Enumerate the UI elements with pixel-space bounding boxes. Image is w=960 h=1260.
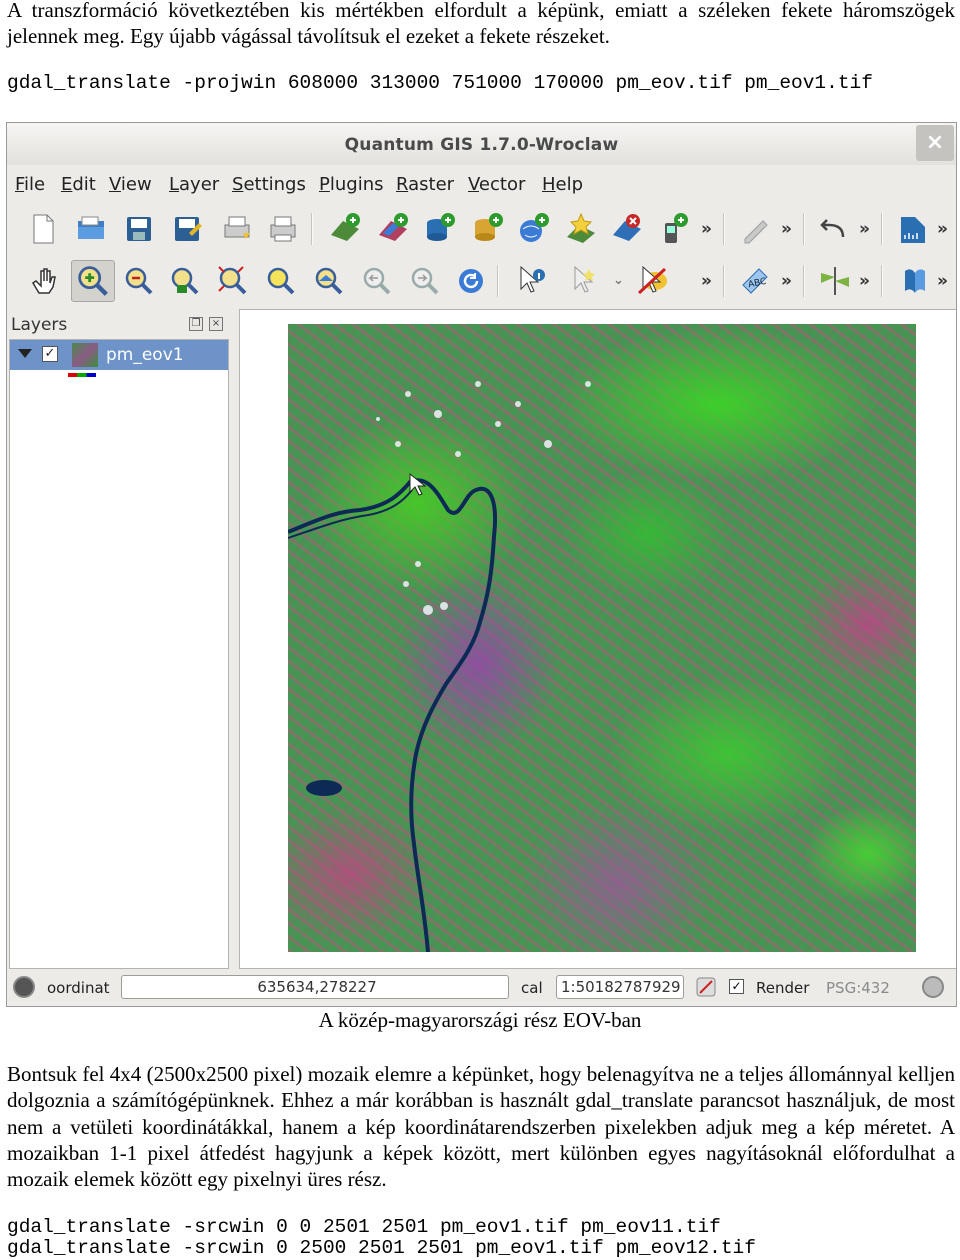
rgb-legend-icon bbox=[68, 373, 96, 377]
zoom-full-icon[interactable] bbox=[215, 263, 251, 299]
coordinate-toggle-icon[interactable] bbox=[13, 976, 35, 998]
toolbar-separator bbox=[881, 213, 883, 245]
zoom-next-icon[interactable] bbox=[407, 263, 443, 299]
status-bar: oordinat 635634,278227 cal 1:50182787929… bbox=[7, 971, 956, 1005]
toolbar-separator bbox=[497, 265, 499, 297]
code-line-srcwin-12: gdal_translate -srcwin 0 2500 2501 2501 … bbox=[7, 1237, 756, 1259]
refresh-icon[interactable] bbox=[453, 263, 489, 299]
menu-bar: File Edit View Layer Settings Plugins Ra… bbox=[7, 167, 956, 201]
help-book-icon[interactable] bbox=[897, 263, 933, 299]
qgis-window: Quantum GIS 1.7.0-Wroclaw × File Edit Vi… bbox=[6, 122, 957, 1007]
open-project-icon[interactable] bbox=[73, 211, 109, 247]
new-project-icon[interactable] bbox=[25, 211, 61, 247]
zoom-to-selection-icon[interactable] bbox=[263, 263, 299, 299]
toolbar-overflow-8[interactable]: » bbox=[937, 271, 948, 291]
new-print-composer-icon[interactable] bbox=[219, 211, 255, 247]
zoom-out-icon[interactable] bbox=[121, 263, 157, 299]
toolbar-separator bbox=[881, 265, 883, 297]
zoom-last-icon[interactable] bbox=[359, 263, 395, 299]
undo-icon[interactable] bbox=[815, 211, 851, 247]
toggle-editing-icon[interactable] bbox=[737, 211, 773, 247]
raster-thumbnail-icon bbox=[72, 343, 98, 367]
add-gps-layer-icon[interactable] bbox=[657, 211, 693, 247]
save-as-icon[interactable] bbox=[169, 211, 205, 247]
toolbar-separator bbox=[803, 265, 805, 297]
toolbar-overflow-7[interactable]: » bbox=[859, 271, 870, 291]
menu-layer[interactable]: Layer bbox=[169, 174, 219, 195]
zoom-in-button[interactable] bbox=[71, 260, 115, 302]
select-features-icon[interactable] bbox=[567, 263, 603, 299]
river-overlay bbox=[288, 381, 591, 952]
toolbar-overflow-1[interactable]: » bbox=[701, 219, 712, 239]
code-line-projwin: gdal_translate -projwin 608000 313000 75… bbox=[7, 72, 873, 94]
add-spatialite-layer-icon[interactable] bbox=[469, 211, 505, 247]
zoom-actual-size-icon[interactable] bbox=[167, 263, 203, 299]
menu-file[interactable]: File bbox=[15, 174, 45, 195]
menu-view[interactable]: View bbox=[109, 174, 152, 195]
zoom-to-layer-icon[interactable] bbox=[311, 263, 347, 299]
toolbar-overflow-5[interactable]: » bbox=[701, 271, 712, 291]
toolbar-separator bbox=[723, 265, 725, 297]
new-layer-star-icon[interactable] bbox=[563, 211, 599, 247]
add-vector-layer-icon[interactable] bbox=[327, 211, 363, 247]
toolbar-overflow-2[interactable]: » bbox=[781, 219, 792, 239]
close-button[interactable]: × bbox=[916, 125, 954, 161]
render-label: Render bbox=[756, 979, 810, 997]
pan-hand-icon[interactable] bbox=[27, 263, 63, 299]
satellite-raster-image bbox=[288, 324, 916, 952]
title-bar: Quantum GIS 1.7.0-Wroclaw × bbox=[7, 123, 956, 165]
toolbar-separator bbox=[311, 213, 313, 245]
measure-icon[interactable] bbox=[895, 211, 931, 247]
scale-label: cal bbox=[521, 979, 543, 997]
save-project-icon[interactable] bbox=[121, 211, 157, 247]
layer-visibility-checkbox[interactable]: ✓ bbox=[42, 346, 58, 362]
coordinate-field[interactable]: 635634,278227 bbox=[121, 975, 509, 999]
panel-close-icon[interactable]: × bbox=[209, 317, 223, 331]
label-tool-icon[interactable]: ABC bbox=[737, 263, 773, 299]
layers-tree: ✓ pm_eov1 bbox=[9, 339, 229, 969]
menu-plugins[interactable]: Plugins bbox=[319, 174, 383, 195]
toolbar-overflow-4[interactable]: » bbox=[937, 219, 948, 239]
toolbar-separator bbox=[803, 213, 805, 245]
toolbar-overflow-6[interactable]: » bbox=[781, 271, 792, 291]
tiling-paragraph: Bontsuk fel 4x4 (2500x2500 pixel) mozaik… bbox=[7, 1062, 955, 1192]
toolbar-overflow-3[interactable]: » bbox=[859, 219, 870, 239]
remove-layer-icon[interactable] bbox=[609, 211, 645, 247]
expand-arrow-icon[interactable] bbox=[18, 349, 32, 358]
layers-panel: Layers ❐ × ✓ pm_eov1 bbox=[7, 309, 233, 969]
map-navigation-toolbar: ⌄ » ABC » » » bbox=[7, 257, 956, 305]
panel-float-icon[interactable]: ❐ bbox=[189, 317, 203, 331]
map-canvas[interactable] bbox=[239, 309, 956, 969]
stop-rendering-icon[interactable] bbox=[695, 976, 717, 998]
toolbar-separator bbox=[723, 213, 725, 245]
zoom-in-icon bbox=[78, 266, 108, 296]
add-postgis-layer-icon[interactable] bbox=[421, 211, 457, 247]
deselect-features-icon[interactable] bbox=[635, 263, 671, 299]
window-title: Quantum GIS 1.7.0-Wroclaw bbox=[344, 135, 619, 155]
layer-name: pm_eov1 bbox=[106, 345, 184, 365]
composer-manager-icon[interactable] bbox=[265, 211, 301, 247]
projection-icon[interactable] bbox=[922, 976, 944, 998]
crs-status[interactable]: PSG:432 bbox=[826, 979, 890, 997]
menu-edit[interactable]: Edit bbox=[61, 174, 96, 195]
layer-item-pm-eov1[interactable]: ✓ pm_eov1 bbox=[10, 340, 228, 370]
menu-vector[interactable]: Vector bbox=[468, 174, 525, 195]
add-wms-layer-icon[interactable] bbox=[515, 211, 551, 247]
render-checkbox[interactable]: ✓ bbox=[729, 979, 744, 994]
figure-caption: A közép-magyarországi rész EOV-ban bbox=[318, 1008, 642, 1032]
menu-settings[interactable]: Settings bbox=[232, 174, 306, 195]
add-raster-layer-icon[interactable] bbox=[375, 211, 411, 247]
select-dropdown-chevron-icon[interactable]: ⌄ bbox=[613, 273, 624, 288]
file-toolbar: » » » » bbox=[7, 205, 956, 253]
georeferencer-icon[interactable] bbox=[817, 263, 853, 299]
menu-raster[interactable]: Raster bbox=[396, 174, 454, 195]
scale-field[interactable]: 1:50182787929 bbox=[556, 975, 684, 999]
layers-panel-title: Layers bbox=[11, 315, 68, 335]
intro-paragraph: A transzformáció következtében kis mérté… bbox=[7, 0, 955, 49]
code-line-srcwin-11: gdal_translate -srcwin 0 0 2501 2501 pm_… bbox=[7, 1216, 721, 1238]
coordinate-label: oordinat bbox=[47, 979, 110, 997]
mouse-cursor-icon bbox=[409, 472, 427, 496]
menu-help[interactable]: Help bbox=[542, 174, 583, 195]
identify-features-icon[interactable] bbox=[513, 263, 549, 299]
